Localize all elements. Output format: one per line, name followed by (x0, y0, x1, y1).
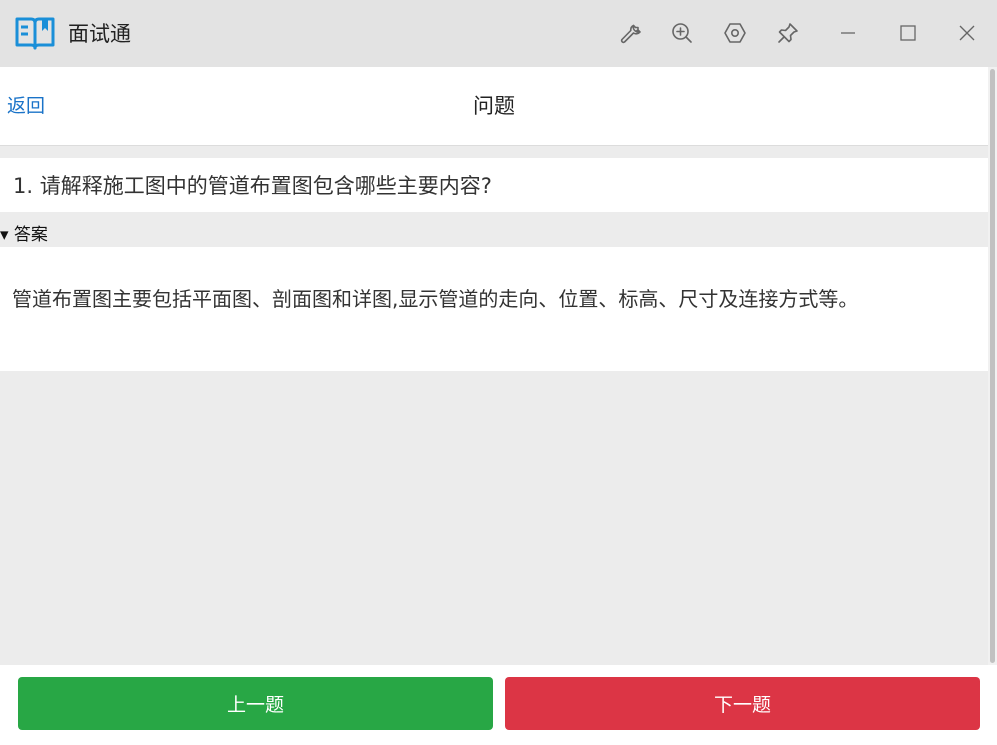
answer-text: 管道布置图主要包括平面图、剖面图和详图,显示管道的走向、位置、标高、尺寸及连接方… (12, 287, 859, 311)
scrollbar-thumb[interactable] (990, 69, 995, 663)
page-title: 问题 (473, 94, 515, 118)
question-card: 1. 请解释施工图中的管道布置图包含哪些主要内容? (0, 158, 988, 212)
page-header: 返回 问题 (0, 67, 988, 146)
footer-bar: 上一题 下一题 (0, 665, 997, 745)
maximize-icon[interactable] (894, 19, 922, 47)
app-title: 面试通 (68, 22, 131, 46)
title-bar: 面试通 (0, 0, 997, 67)
zoom-in-icon[interactable] (668, 19, 696, 47)
minimize-icon[interactable] (834, 19, 862, 47)
book-icon (14, 15, 56, 51)
wrench-icon[interactable] (617, 19, 645, 47)
vertical-scrollbar[interactable] (988, 67, 997, 665)
pin-icon[interactable] (774, 19, 802, 47)
answer-toggle[interactable]: ▾ 答案 (0, 224, 48, 246)
hexagon-settings-icon[interactable] (721, 19, 749, 47)
previous-question-button[interactable]: 上一题 (18, 677, 493, 730)
next-question-button[interactable]: 下一题 (505, 677, 980, 730)
app-window: 面试通 返回 问题 1. 请解释施工图中的管道布置图包含哪些主要内容? ▾ 答案… (0, 0, 997, 745)
close-icon[interactable] (953, 19, 981, 47)
question-text: 1. 请解释施工图中的管道布置图包含哪些主要内容? (13, 174, 492, 198)
answer-card: 管道布置图主要包括平面图、剖面图和详图,显示管道的走向、位置、标高、尺寸及连接方… (0, 247, 988, 371)
